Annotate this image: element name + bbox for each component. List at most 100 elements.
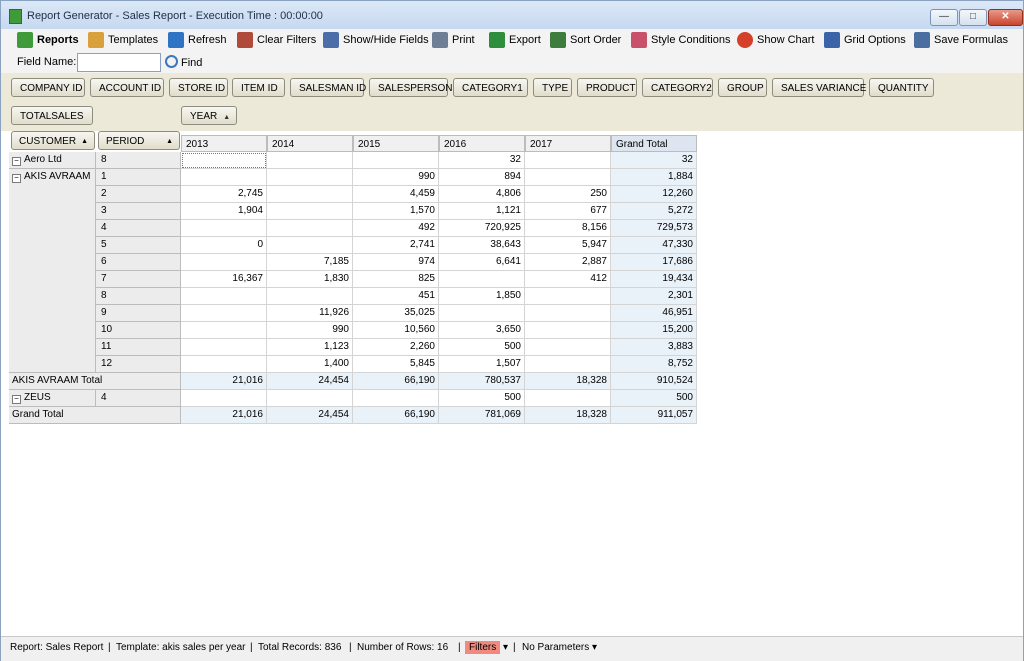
pivot-cell[interactable] (267, 186, 353, 203)
row-header-period[interactable]: 5 (96, 237, 181, 254)
pivot-cell[interactable]: 1,570 (353, 203, 439, 220)
pivot-cell[interactable]: 21,016 (181, 373, 267, 390)
refresh-button[interactable]: Refresh (168, 32, 227, 48)
field-button-group[interactable]: GROUP (718, 78, 767, 97)
close-button[interactable]: ✕ (988, 9, 1023, 26)
collapse-icon[interactable]: − (12, 174, 21, 183)
find-button[interactable]: Find (165, 55, 202, 69)
pivot-cell[interactable] (267, 169, 353, 186)
pivot-cell[interactable] (267, 203, 353, 220)
field-button-quantity[interactable]: QUANTITY (869, 78, 934, 97)
pivot-cell[interactable]: 46,951 (611, 305, 697, 322)
pivot-cell[interactable] (181, 322, 267, 339)
field-button-category1[interactable]: CATEGORY1 (453, 78, 528, 97)
pivot-cell[interactable]: 781,069 (439, 407, 525, 424)
pivot-cell[interactable]: 1,507 (439, 356, 525, 373)
pivot-cell[interactable]: 1,904 (181, 203, 267, 220)
field-button-store-id[interactable]: STORE ID (169, 78, 228, 97)
style-conditions-button[interactable]: Style Conditions (631, 32, 731, 48)
row-header-period[interactable]: 6 (96, 254, 181, 271)
pivot-cell[interactable]: 32 (439, 152, 525, 169)
pivot-cell[interactable]: 1,123 (267, 339, 353, 356)
pivot-cell[interactable]: 7,185 (267, 254, 353, 271)
pivot-cell[interactable]: 677 (525, 203, 611, 220)
row-header-customer[interactable]: − AKIS AVRAAM (9, 169, 96, 373)
pivot-cell[interactable]: 825 (353, 271, 439, 288)
pivot-cell[interactable]: 15,200 (611, 322, 697, 339)
pivot-cell[interactable] (525, 169, 611, 186)
pivot-cell[interactable] (267, 152, 353, 169)
pivot-cell[interactable]: 19,434 (611, 271, 697, 288)
pivot-cell[interactable] (439, 271, 525, 288)
column-header-year[interactable]: 2013 (181, 135, 267, 152)
pivot-cell[interactable]: 12,260 (611, 186, 697, 203)
field-button-account-id[interactable]: ACCOUNT ID (90, 78, 164, 97)
field-button-salesman-id[interactable]: SALESMAN ID (290, 78, 366, 97)
print-button[interactable]: Print (432, 32, 475, 48)
pivot-cell[interactable] (181, 220, 267, 237)
pivot-cell[interactable]: 990 (267, 322, 353, 339)
pivot-cell[interactable]: 1,121 (439, 203, 525, 220)
pivot-cell[interactable]: 720,925 (439, 220, 525, 237)
pivot-cell[interactable] (267, 220, 353, 237)
pivot-cell[interactable]: 24,454 (267, 407, 353, 424)
pivot-cell[interactable]: 250 (525, 186, 611, 203)
row-header-period[interactable]: 10 (96, 322, 181, 339)
pivot-cell[interactable]: 17,686 (611, 254, 697, 271)
pivot-cell[interactable] (525, 288, 611, 305)
pivot-cell[interactable]: 451 (353, 288, 439, 305)
show-hide-fields-button[interactable]: Show/Hide Fields (323, 32, 429, 48)
templates-button[interactable]: Templates (88, 32, 158, 48)
pivot-cell[interactable]: 2,887 (525, 254, 611, 271)
pivot-cell[interactable] (181, 152, 267, 169)
pivot-cell[interactable] (525, 305, 611, 322)
pivot-cell[interactable]: 11,926 (267, 305, 353, 322)
maximize-button[interactable]: □ (959, 9, 987, 26)
pivot-cell[interactable] (181, 254, 267, 271)
field-button-category2[interactable]: CATEGORY2 (642, 78, 713, 97)
row-header-period[interactable]: 4 (96, 220, 181, 237)
row-header-period[interactable]: 7 (96, 271, 181, 288)
show-chart-button[interactable]: Show Chart (737, 32, 814, 48)
pivot-cell[interactable] (353, 152, 439, 169)
row-header-customer[interactable]: − ZEUS (9, 390, 96, 407)
pivot-cell[interactable]: 974 (353, 254, 439, 271)
pivot-cell[interactable]: 8,156 (525, 220, 611, 237)
pivot-cell[interactable] (525, 356, 611, 373)
minimize-button[interactable]: — (930, 9, 958, 26)
pivot-cell[interactable]: 3,883 (611, 339, 697, 356)
pivot-cell[interactable]: 1,850 (439, 288, 525, 305)
pivot-cell[interactable]: 6,641 (439, 254, 525, 271)
pivot-cell[interactable]: 5,947 (525, 237, 611, 254)
pivot-cell[interactable] (525, 152, 611, 169)
row-header-period[interactable]: 8 (96, 288, 181, 305)
parameters-dropdown[interactable]: No Parameters ▾ (522, 637, 597, 660)
save-formulas-button[interactable]: Save Formulas (914, 32, 1008, 48)
row-field-period[interactable]: PERIOD ▲ (98, 131, 180, 150)
field-button-salesperson[interactable]: SALESPERSON (369, 78, 452, 97)
pivot-cell[interactable]: 24,454 (267, 373, 353, 390)
clear-filters-button[interactable]: Clear Filters (237, 32, 316, 48)
pivot-cell[interactable] (181, 339, 267, 356)
grid-options-button[interactable]: Grid Options (824, 32, 906, 48)
pivot-cell[interactable] (525, 322, 611, 339)
row-field-customer[interactable]: CUSTOMER ▲ (11, 131, 95, 150)
field-button-type[interactable]: TYPE (533, 78, 572, 97)
row-header-period[interactable]: 9 (96, 305, 181, 322)
collapse-icon[interactable]: − (12, 395, 21, 404)
pivot-cell[interactable]: 492 (353, 220, 439, 237)
sort-order-button[interactable]: Sort Order (550, 32, 621, 48)
pivot-cell[interactable] (267, 288, 353, 305)
pivot-cell[interactable]: 38,643 (439, 237, 525, 254)
pivot-cell[interactable]: 1,884 (611, 169, 697, 186)
pivot-cell[interactable]: 66,190 (353, 373, 439, 390)
pivot-cell[interactable]: 10,560 (353, 322, 439, 339)
pivot-cell[interactable] (525, 390, 611, 407)
pivot-cell[interactable]: 1,830 (267, 271, 353, 288)
pivot-cell[interactable] (181, 356, 267, 373)
pivot-cell[interactable]: 16,367 (181, 271, 267, 288)
pivot-cell[interactable]: 5,845 (353, 356, 439, 373)
pivot-cell[interactable]: 0 (181, 237, 267, 254)
column-header-grand-total[interactable]: Grand Total (611, 135, 697, 152)
pivot-cell[interactable] (525, 339, 611, 356)
